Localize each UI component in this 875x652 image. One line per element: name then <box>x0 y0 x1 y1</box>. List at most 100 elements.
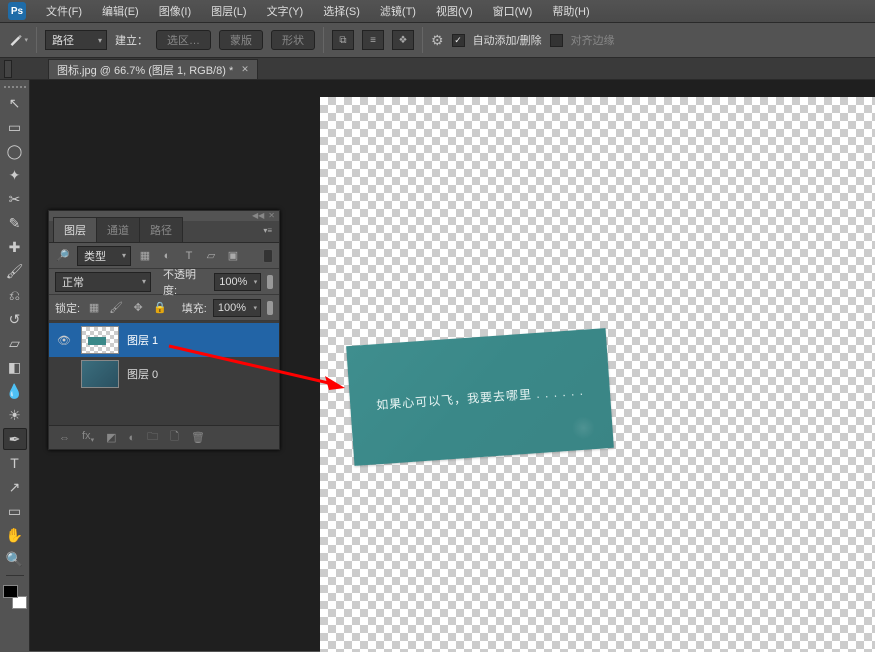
visibility-toggle[interactable]: 👁 <box>55 331 73 349</box>
clone-stamp-tool[interactable]: ⎌ <box>3 284 27 306</box>
type-tool[interactable]: T <box>3 452 27 474</box>
close-icon[interactable]: ✕ <box>268 211 275 221</box>
filter-shape-icon[interactable]: ▱ <box>203 248 219 264</box>
crop-tool[interactable]: ✂ <box>3 188 27 210</box>
pen-tool[interactable]: ✒ <box>3 428 27 450</box>
fill-value[interactable]: 100% <box>213 299 261 317</box>
blur-tool[interactable]: 💧 <box>3 380 27 402</box>
visibility-toggle[interactable] <box>55 365 73 383</box>
history-brush-tool[interactable]: ↺ <box>3 308 27 330</box>
magic-wand-tool[interactable]: ✦ <box>3 164 27 186</box>
blend-mode-select[interactable]: 正常 <box>55 272 151 292</box>
make-shape-button[interactable]: 形状 <box>271 30 315 50</box>
gear-icon[interactable]: ⚙ <box>431 32 444 49</box>
menu-layer[interactable]: 图层(L) <box>203 1 254 21</box>
auto-add-checkbox[interactable]: ✓ <box>452 34 465 47</box>
adjustment-layer-icon[interactable]: ◐ <box>128 432 135 444</box>
menu-view[interactable]: 视图(V) <box>428 1 481 21</box>
color-swatches[interactable] <box>3 585 27 609</box>
auto-add-label: 自动添加/删除 <box>473 32 542 48</box>
layer-row[interactable]: 👁 图层 1 <box>49 323 279 357</box>
make-label: 建立： <box>115 32 148 48</box>
tools-panel: ↖ ▭ ◯ ✦ ✂ ✎ ✚ 🖌 ⎌ ↺ ▱ ◧ 💧 ☀ ✒ T ↗ ▭ ✋ 🔍 <box>0 80 30 651</box>
brush-tool[interactable]: 🖌 <box>3 260 27 282</box>
lock-transparent-icon[interactable]: ▦ <box>86 300 102 316</box>
search-icon[interactable]: 🔎 <box>55 248 71 264</box>
layer-fx-icon[interactable]: fx▾ <box>82 430 94 444</box>
document-tab-title: 图标.jpg @ 66.7% (图层 1, RGB/8) * <box>57 62 233 78</box>
hand-tool[interactable]: ✋ <box>3 524 27 546</box>
healing-tool[interactable]: ✚ <box>3 236 27 258</box>
move-tool[interactable]: ↖ <box>3 92 27 114</box>
document-tab[interactable]: 图标.jpg @ 66.7% (图层 1, RGB/8) * ✕ <box>48 59 258 79</box>
panel-menu-icon[interactable]: ▾≡ <box>260 223 275 238</box>
layer-name[interactable]: 图层 0 <box>127 366 158 382</box>
eraser-tool[interactable]: ▱ <box>3 332 27 354</box>
fill-slider[interactable] <box>267 301 273 315</box>
close-icon[interactable]: ✕ <box>241 64 249 75</box>
layer-mask-icon[interactable]: ◩ <box>106 431 116 444</box>
align-edges-label: 对齐边缘 <box>571 32 615 48</box>
lasso-tool[interactable]: ◯ <box>3 140 27 162</box>
separator <box>36 27 37 53</box>
menu-filter[interactable]: 滤镜(T) <box>372 1 424 21</box>
filter-pixel-icon[interactable]: ▦ <box>137 248 153 264</box>
opacity-value[interactable]: 100% <box>214 273 261 291</box>
panel-tab-bar: 图层 通道 路径 ▾≡ <box>49 221 279 243</box>
layers-panel: ◀◀✕ 图层 通道 路径 ▾≡ 🔎 类型 ▦ ◐ T ▱ ▣ 正常 不透明度: … <box>48 210 280 450</box>
delete-layer-icon[interactable]: 🗑 <box>191 431 205 444</box>
link-layers-icon[interactable]: ⇔ <box>59 432 70 444</box>
menu-edit[interactable]: 编辑(E) <box>94 1 147 21</box>
align-edges-checkbox[interactable] <box>550 34 563 47</box>
new-layer-icon[interactable]: 🗋 <box>170 428 179 447</box>
opacity-slider[interactable] <box>267 275 273 289</box>
menu-help[interactable]: 帮助(H) <box>544 1 597 21</box>
app-logo: Ps <box>8 2 26 20</box>
filter-adjust-icon[interactable]: ◐ <box>159 248 175 264</box>
toolbar-grip[interactable] <box>4 84 26 88</box>
panel-mini-toggle[interactable] <box>4 60 12 78</box>
lock-fill-row: 锁定: ▦ 🖌 ✥ 🔒 填充: 100% <box>49 295 279 321</box>
menu-file[interactable]: 文件(F) <box>38 1 90 21</box>
filter-type-icon[interactable]: T <box>181 248 197 264</box>
filter-toggle[interactable] <box>263 249 273 263</box>
menu-window[interactable]: 窗口(W) <box>485 1 541 21</box>
make-selection-button[interactable]: 选区… <box>156 30 211 50</box>
card-splash <box>568 415 600 441</box>
dodge-tool[interactable]: ☀ <box>3 404 27 426</box>
path-align-icon[interactable]: ≡ <box>362 30 384 50</box>
collapse-left-icon[interactable]: ◀◀ <box>252 211 264 221</box>
foreground-color-swatch[interactable] <box>3 585 18 598</box>
layer-row[interactable]: 图层 0 <box>49 357 279 391</box>
pen-mode-select[interactable]: 路径 <box>45 30 107 50</box>
menu-type[interactable]: 文字(Y) <box>259 1 312 21</box>
lock-position-icon[interactable]: ✥ <box>130 300 146 316</box>
menu-select[interactable]: 选择(S) <box>315 1 368 21</box>
layer-name[interactable]: 图层 1 <box>127 332 158 348</box>
panel-spacer <box>49 401 279 425</box>
tab-layers[interactable]: 图层 <box>53 217 97 242</box>
filter-kind-select[interactable]: 类型 <box>77 246 131 266</box>
lock-image-icon[interactable]: 🖌 <box>108 300 124 316</box>
make-mask-button[interactable]: 蒙版 <box>219 30 263 50</box>
marquee-tool[interactable]: ▭ <box>3 116 27 138</box>
zoom-tool[interactable]: 🔍 <box>3 548 27 570</box>
tab-channels[interactable]: 通道 <box>96 217 140 242</box>
layer-thumbnail[interactable] <box>81 360 119 388</box>
menu-image[interactable]: 图像(I) <box>151 1 199 21</box>
canvas-card-layer[interactable]: 如果心可以飞，我要去哪里 . . . . . . <box>346 328 614 466</box>
tool-preset-icon[interactable]: ▾ <box>8 30 28 50</box>
canvas[interactable]: 如果心可以飞，我要去哪里 . . . . . . <box>320 97 875 652</box>
eyedropper-tool[interactable]: ✎ <box>3 212 27 234</box>
group-icon[interactable]: 🗀 <box>147 428 158 447</box>
filter-smart-icon[interactable]: ▣ <box>225 248 241 264</box>
tab-paths[interactable]: 路径 <box>139 217 183 242</box>
gradient-tool[interactable]: ◧ <box>3 356 27 378</box>
path-op-combine-icon[interactable]: ⧉ <box>332 30 354 50</box>
path-arrange-icon[interactable]: ❖ <box>392 30 414 50</box>
layer-thumbnail[interactable] <box>81 326 119 354</box>
lock-all-icon[interactable]: 🔒 <box>152 300 168 316</box>
rectangle-tool[interactable]: ▭ <box>3 500 27 522</box>
path-selection-tool[interactable]: ↗ <box>3 476 27 498</box>
lock-label: 锁定: <box>55 300 80 316</box>
